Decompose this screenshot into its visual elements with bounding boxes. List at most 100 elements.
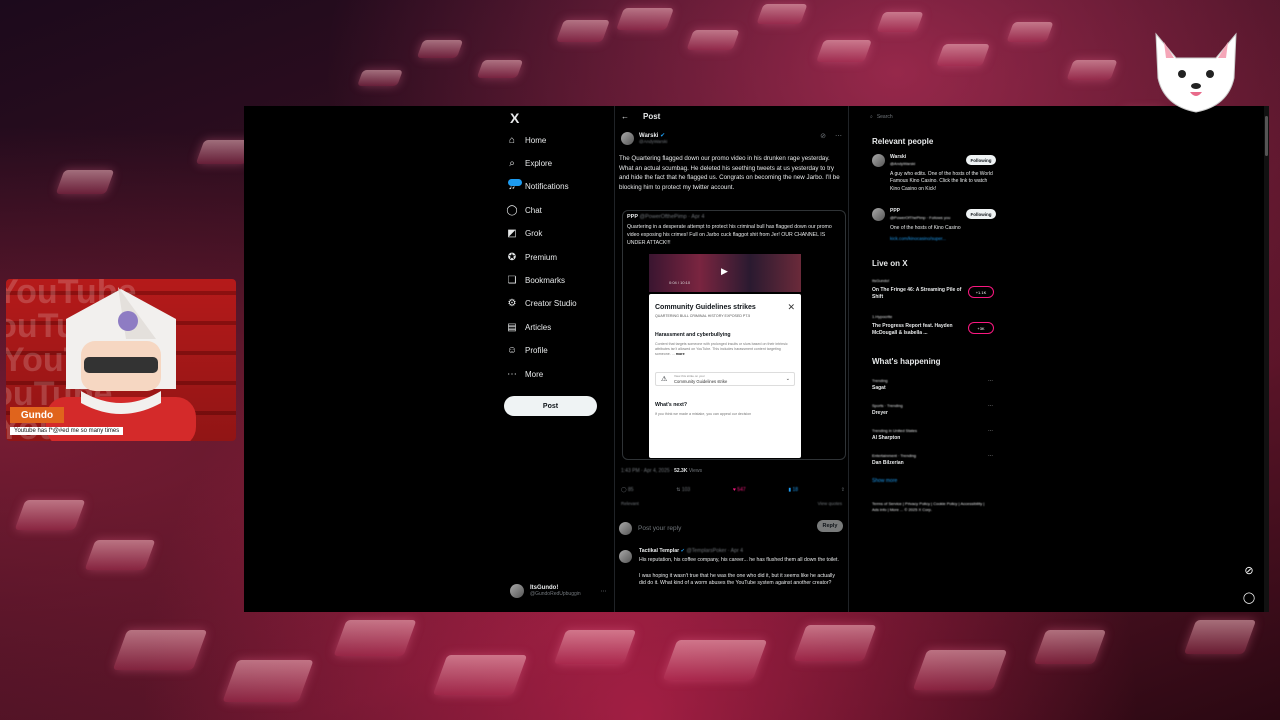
right-sidebar: ⌕ Search Relevant people Warski @AndyWars…: [866, 106, 1006, 612]
scrollbar[interactable]: [1264, 106, 1269, 612]
share-icon[interactable]: ⇪: [841, 487, 845, 497]
account-switcher[interactable]: ItsGundo! @GundoRedUpbuggin ⋯: [510, 584, 607, 598]
trend-item[interactable]: Trending in United States Al Sharpton ⋯: [866, 428, 996, 450]
more-icon[interactable]: ⋯: [988, 378, 993, 385]
search-icon: ⌕: [509, 157, 515, 169]
reply-input[interactable]: Post your reply: [638, 525, 681, 532]
nav-item-label: Articles: [525, 322, 552, 332]
person-link[interactable]: kick.com/kinocasino/super...: [890, 236, 946, 243]
more-icon[interactable]: ⋯: [988, 403, 993, 410]
following-button[interactable]: Following: [966, 155, 996, 165]
trend-name: Sagat: [872, 385, 886, 391]
nav-item-label: Profile: [525, 346, 548, 356]
nav-item-label: Notifications: [525, 182, 569, 192]
keyboard-key: [84, 540, 156, 570]
webcam-overlay: YouTube YouTube YouTube YouTube YouTube …: [6, 279, 236, 441]
play-icon[interactable]: ▶: [721, 266, 728, 277]
more-icon[interactable]: ⋯: [988, 453, 993, 460]
live-space-item[interactable]: 1.Hypocrite The Progress Report feat. Hay…: [866, 314, 1006, 344]
show-more-link[interactable]: Show more: [872, 478, 897, 485]
avatar[interactable]: [872, 154, 885, 167]
keyboard-key: [55, 170, 115, 194]
trend-context: Entertainment · Trending: [872, 453, 917, 458]
left-nav: X ⌂ Home ⌕ Explore ♫ Notifications ◯ Chat ◩ Grok ✪…: [502, 106, 612, 612]
trend-name: Dan Bilzerian: [872, 460, 904, 466]
trend-item[interactable]: Entertainment · Trending Dan Bilzerian ⋯: [866, 453, 996, 475]
keyboard-key: [222, 660, 314, 702]
footer-links[interactable]: Terms of Service | Privacy Policy | Cook…: [872, 501, 992, 513]
trend-context: Trending in United States: [872, 428, 917, 433]
stream-caption: Youtube has f*@#ed me so many times: [10, 427, 124, 435]
nav-item-more[interactable]: ⋯ More: [506, 364, 543, 384]
live-space-item[interactable]: ItsGundo! On The Fringe 46: A Streaming P…: [866, 278, 1006, 308]
more-icon[interactable]: ⋯: [988, 428, 993, 435]
nav-item-label: Home: [525, 135, 547, 145]
avatar: [621, 132, 634, 145]
more-icon[interactable]: ⋯: [835, 132, 842, 140]
x-logo[interactable]: X: [510, 110, 519, 126]
relevant-sort[interactable]: Relevant: [621, 501, 639, 506]
keyboard-key: [912, 650, 1008, 690]
repost-count[interactable]: ⇅ 103: [676, 487, 690, 497]
trend-item[interactable]: Trending Sagat ⋯: [866, 378, 996, 400]
youtube-strike-screenshot: Community Guidelines strikes ✕ QUARTERIN…: [649, 294, 801, 458]
bookmark-icon: ❏: [507, 274, 517, 286]
nav-item-premium[interactable]: ✪ Premium: [506, 247, 557, 267]
keyboard-key: [686, 30, 740, 50]
scrollbar-thumb[interactable]: [1265, 116, 1268, 156]
articles-icon: ▤: [507, 321, 517, 333]
grok-icon[interactable]: ⊘: [1242, 563, 1256, 577]
avatar[interactable]: [872, 208, 885, 221]
nav-item-label: Explore: [525, 158, 553, 168]
keyboard-key: [615, 8, 675, 30]
bookmark-count[interactable]: ▮ 18: [788, 487, 798, 497]
like-count[interactable]: ♥ 547: [733, 487, 746, 497]
more-icon[interactable]: ⋯: [601, 588, 607, 595]
search-input[interactable]: Search: [877, 114, 893, 120]
keyboard-key: [1006, 22, 1054, 42]
nav-item-home[interactable]: ⌂ Home: [506, 130, 546, 150]
post-button[interactable]: Post: [504, 396, 597, 416]
trend-context: Sports · Trending: [872, 403, 903, 408]
warning-icon: ⚠: [661, 376, 668, 383]
video-thumbnail[interactable]: 0:04 / 10:10 ▶: [649, 254, 801, 292]
nav-item-notifications[interactable]: ♫ Notifications: [506, 177, 569, 197]
nav-item-profile[interactable]: ☺ Profile: [506, 341, 548, 361]
trend-context: Trending: [872, 378, 888, 383]
nav-item-creator-studio[interactable]: ⚙ Creator Studio: [506, 294, 577, 314]
notification-badge: [508, 178, 522, 186]
wolf-mascot-logo: [1155, 32, 1237, 113]
quote-text: Quartering in a desperate attempt to pro…: [627, 224, 832, 246]
post-author[interactable]: Warski ✔ @AndyWarski: [621, 132, 667, 145]
grok-icon: ◩: [507, 228, 517, 240]
back-arrow-icon[interactable]: ←: [621, 112, 629, 121]
keyboard-key: [1183, 620, 1257, 654]
whats-next-body: If you think we made a mistake, you can …: [655, 412, 752, 416]
nav-item-bookmarks[interactable]: ❏ Bookmarks: [506, 270, 566, 290]
chat-icon[interactable]: ◯: [1242, 590, 1256, 604]
grok-icon[interactable]: ⊘: [820, 132, 826, 140]
reply-handle: @TemplarsPoker · Apr 4: [686, 548, 744, 554]
reply-count[interactable]: ◯ 85: [621, 487, 634, 497]
nav-item-explore[interactable]: ⌕ Explore: [506, 153, 552, 173]
account-handle: @GundoRedUpbuggin: [530, 591, 581, 597]
keyboard-key: [14, 500, 86, 530]
nav-item-chat[interactable]: ◯ Chat: [506, 200, 542, 220]
chat-icon: ◯: [506, 204, 518, 216]
view-quotes-link[interactable]: View quotes: [818, 501, 842, 506]
modal-title: Community Guidelines strikes: [655, 304, 756, 311]
nav-item-articles[interactable]: ▤ Articles: [506, 317, 551, 337]
whats-happening-title: What's happening: [872, 357, 941, 366]
relevant-people-title: Relevant people: [872, 137, 934, 146]
keyboard-key: [876, 12, 924, 32]
following-button[interactable]: Following: [966, 209, 996, 219]
x-app-window: X ⌂ Home ⌕ Explore ♫ Notifications ◯ Chat ◩ Grok ✪…: [244, 106, 1269, 612]
post-thread: ← Post Warski ✔ @AndyWarski ⊘ ⋯ The Quar…: [614, 106, 849, 612]
trend-name: Al Sharpton: [872, 435, 901, 441]
reply-button[interactable]: Reply: [817, 520, 843, 532]
nav-item-label: Premium: [525, 252, 558, 262]
nav-item-grok[interactable]: ◩ Grok: [506, 224, 542, 244]
trend-item[interactable]: Sports · Trending Dreyer ⋯: [866, 403, 996, 425]
strike-row: ⚠ View this strike on your Community Gui…: [655, 372, 795, 386]
search-box[interactable]: ⌕ Search: [870, 111, 1000, 123]
